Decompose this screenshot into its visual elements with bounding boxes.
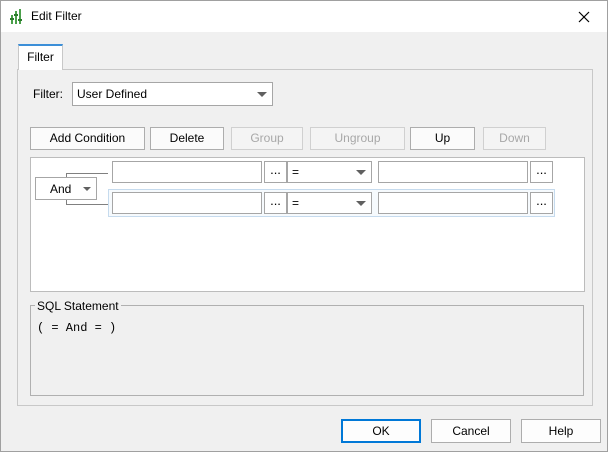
logic-operator-select[interactable]: And xyxy=(35,177,97,200)
condition-value-input[interactable] xyxy=(378,192,528,214)
edit-filter-dialog: Edit Filter Filter Filter: User Defined … xyxy=(0,0,608,452)
filter-type-select[interactable]: User Defined xyxy=(72,82,273,106)
value-browse-button[interactable]: ... xyxy=(530,192,553,214)
tab-filter[interactable]: Filter xyxy=(18,44,63,70)
help-button[interactable]: Help xyxy=(521,419,601,443)
down-button[interactable]: Down xyxy=(483,127,546,150)
group-button[interactable]: Group xyxy=(231,127,303,150)
sql-statement-label: SQL Statement xyxy=(35,299,121,313)
sql-statement-text: ( = And = ) xyxy=(37,321,117,335)
ungroup-button[interactable]: Ungroup xyxy=(310,127,405,150)
condition-field-input[interactable] xyxy=(112,161,262,183)
condition-field-input[interactable] xyxy=(112,192,262,214)
up-button[interactable]: Up xyxy=(410,127,475,150)
condition-operator-value: = xyxy=(292,196,300,210)
title-bar: Edit Filter xyxy=(1,1,607,32)
window-title: Edit Filter xyxy=(31,9,82,23)
field-browse-button[interactable]: ... xyxy=(264,161,287,183)
ok-button[interactable]: OK xyxy=(341,419,421,443)
filter-label: Filter: xyxy=(33,87,63,101)
filter-app-icon xyxy=(10,9,22,24)
connector-line xyxy=(66,204,108,205)
connector-line xyxy=(66,173,108,174)
condition-operator-select[interactable]: = xyxy=(287,192,372,214)
chevron-down-icon xyxy=(83,186,91,191)
add-condition-button[interactable]: Add Condition xyxy=(30,127,145,150)
cancel-button[interactable]: Cancel xyxy=(431,419,511,443)
sql-statement-group xyxy=(30,305,584,396)
logic-operator-value: And xyxy=(50,181,72,196)
condition-operator-select[interactable]: = xyxy=(287,161,372,183)
chevron-down-icon xyxy=(356,201,366,206)
close-icon xyxy=(578,11,590,22)
close-button[interactable] xyxy=(561,1,607,32)
chevron-down-icon xyxy=(257,92,267,97)
delete-button[interactable]: Delete xyxy=(150,127,224,150)
field-browse-button[interactable]: ... xyxy=(264,192,287,214)
filter-type-value: User Defined xyxy=(77,87,148,101)
value-browse-button[interactable]: ... xyxy=(530,161,553,183)
condition-operator-value: = xyxy=(292,165,300,179)
condition-value-input[interactable] xyxy=(378,161,528,183)
chevron-down-icon xyxy=(356,170,366,175)
